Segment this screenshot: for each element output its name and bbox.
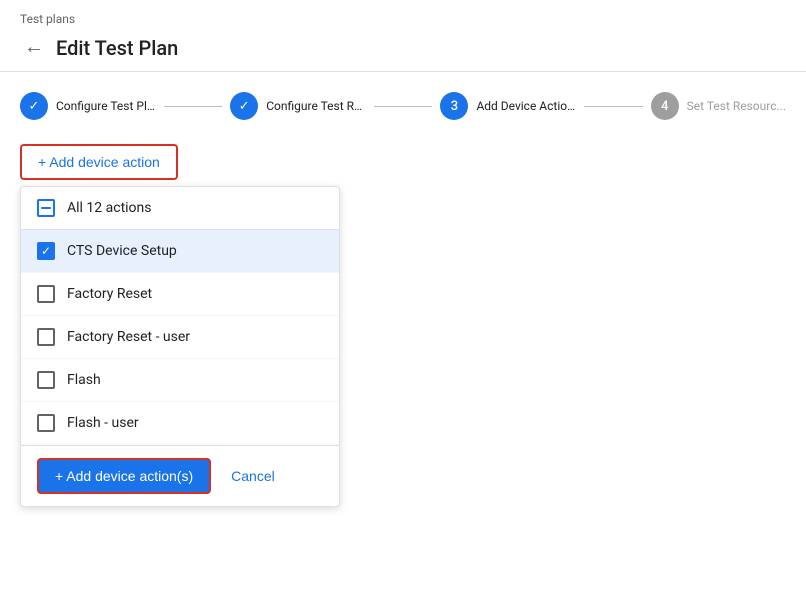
page-container: Test plans ← Edit Test Plan ✓ Configure …	[0, 0, 806, 596]
stepper: ✓ Configure Test Pl... ✓ Configure Test …	[0, 72, 806, 136]
step-connector-1	[164, 106, 222, 107]
list-item[interactable]: Factory Reset - user	[21, 316, 339, 359]
breadcrumb: Test plans	[20, 12, 786, 26]
flash-checkbox[interactable]	[37, 371, 55, 389]
step-connector-3	[584, 106, 642, 107]
factory-reset-checkbox[interactable]	[37, 285, 55, 303]
step-1: ✓ Configure Test Pl...	[20, 92, 156, 120]
back-icon: ←	[24, 36, 44, 59]
header: Test plans ← Edit Test Plan	[0, 0, 806, 72]
page-title: Edit Test Plan	[56, 36, 178, 60]
dropdown: All 12 actions CTS Device Setup Factory …	[20, 186, 340, 507]
step-circle-3: 3	[440, 92, 468, 120]
list-item[interactable]: Flash	[21, 359, 339, 402]
step-circle-4: 4	[651, 92, 679, 120]
flash-user-label: Flash - user	[67, 415, 139, 431]
cts-device-setup-label: CTS Device Setup	[67, 243, 177, 259]
list-item[interactable]: CTS Device Setup	[21, 230, 339, 273]
step-label-1: Configure Test Pl...	[56, 99, 156, 113]
factory-reset-user-checkbox[interactable]	[37, 328, 55, 346]
step-3: 3 Add Device Actio...	[440, 92, 576, 120]
flash-user-checkbox[interactable]	[37, 414, 55, 432]
page-title-row: ← Edit Test Plan	[20, 32, 786, 63]
step-4: 4 Set Test Resourc...	[651, 92, 786, 120]
list-item[interactable]: Flash - user	[21, 402, 339, 445]
all-actions-checkbox[interactable]	[37, 199, 55, 217]
cts-device-setup-checkbox[interactable]	[37, 242, 55, 260]
back-button[interactable]: ←	[20, 32, 48, 63]
all-actions-label: All 12 actions	[67, 200, 152, 216]
step-circle-2: ✓	[230, 92, 258, 120]
step-label-4: Set Test Resourc...	[687, 99, 786, 113]
all-actions-item[interactable]: All 12 actions	[21, 187, 339, 230]
add-actions-button[interactable]: + Add device action(s)	[37, 458, 211, 494]
step-connector-2	[374, 106, 432, 107]
factory-reset-user-label: Factory Reset - user	[67, 329, 190, 345]
dropdown-list: All 12 actions CTS Device Setup Factory …	[21, 187, 339, 445]
step-label-3: Add Device Actio...	[476, 99, 576, 113]
step-label-2: Configure Test Ru...	[266, 99, 366, 113]
list-item[interactable]: Factory Reset	[21, 273, 339, 316]
add-device-action-button[interactable]: + Add device action	[20, 144, 178, 180]
factory-reset-label: Factory Reset	[67, 286, 152, 302]
cancel-button[interactable]: Cancel	[227, 460, 279, 492]
dropdown-footer: + Add device action(s) Cancel	[21, 445, 339, 506]
flash-label: Flash	[67, 372, 101, 388]
main-content: + Add device action All 12 actions CTS D…	[0, 136, 806, 596]
step-2: ✓ Configure Test Ru...	[230, 92, 366, 120]
step-circle-1: ✓	[20, 92, 48, 120]
